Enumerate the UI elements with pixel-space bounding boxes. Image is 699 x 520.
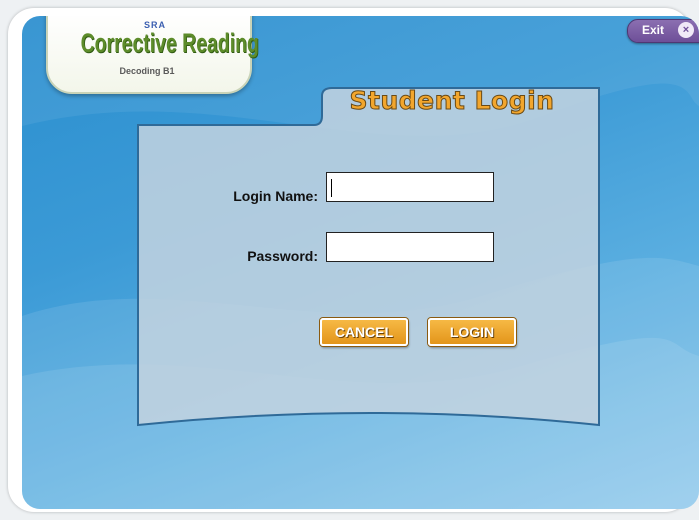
login-name-input[interactable] <box>326 172 494 202</box>
login-button[interactable]: LOGIN <box>428 318 516 346</box>
panel-title: Student Login <box>349 86 555 116</box>
app-logo: SRA Corrective Reading Decoding B1 <box>46 16 259 94</box>
exit-label: Exit <box>642 23 665 37</box>
login-name-label: Login Name: <box>233 188 318 204</box>
cancel-button[interactable]: CANCEL <box>320 318 408 346</box>
password-label: Password: <box>247 248 318 264</box>
app-stage: Student Login Login Name: Password: CANC… <box>22 16 699 509</box>
password-input[interactable] <box>326 232 494 262</box>
logo-title: Corrective Reading <box>80 28 259 58</box>
close-icon: × <box>678 22 694 38</box>
logo-subtitle: Decoding B1 <box>119 66 175 76</box>
exit-button[interactable]: Exit × <box>627 19 699 43</box>
text-caret <box>331 179 332 197</box>
